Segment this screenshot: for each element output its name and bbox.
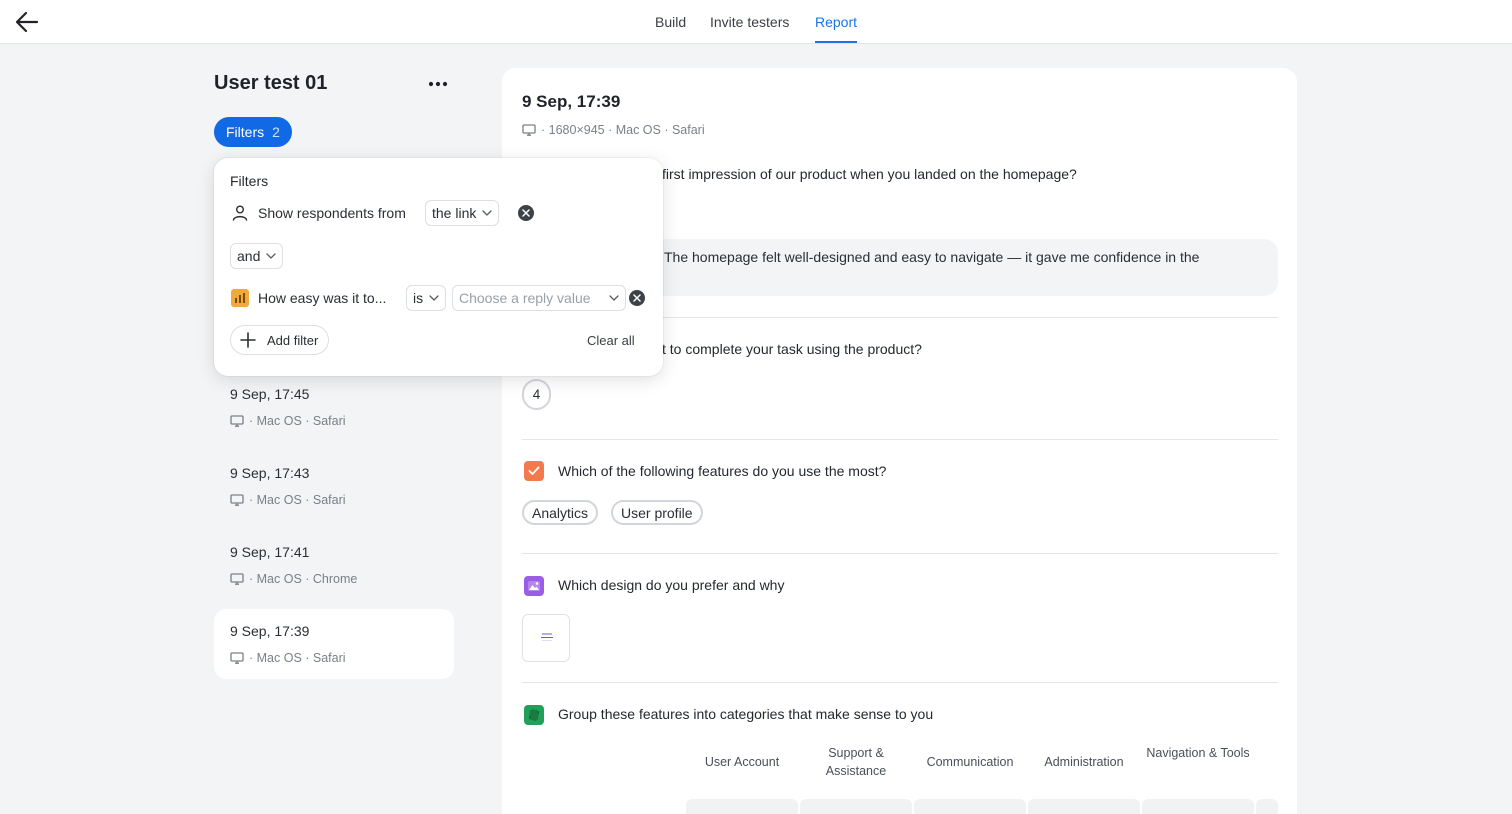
question-3-text: Which of the following features do you u… <box>558 463 887 479</box>
response-item[interactable]: 9 Sep, 17:41 · Mac OS · Chrome <box>214 530 454 600</box>
filters-count-badge: 2 <box>272 124 280 140</box>
card-sort-icon <box>524 705 544 725</box>
category-header: Navigation & Tools <box>1146 746 1250 760</box>
chevron-down-icon <box>609 295 619 301</box>
response-meta: · Mac OS · Safari <box>249 651 346 665</box>
chevron-down-icon <box>266 253 277 259</box>
response-item-selected[interactable]: 9 Sep, 17:39 · Mac OS · Safari <box>214 609 454 679</box>
response-date: 9 Sep, 17:45 <box>230 386 310 402</box>
category-drop-area <box>686 799 798 814</box>
response-item[interactable]: 9 Sep, 17:45 · Mac OS · Safari <box>214 372 454 442</box>
question-1-answer: The homepage felt well-designed and easy… <box>664 249 1200 265</box>
filter-2-operator-dropdown[interactable]: is <box>406 285 447 311</box>
rating-answer: 4 <box>522 379 551 410</box>
category-header: User Account <box>704 755 780 769</box>
tab-report[interactable]: Report <box>815 14 857 30</box>
back-arrow-icon[interactable] <box>14 10 40 34</box>
design-preference-thumbnail[interactable] <box>522 614 570 662</box>
person-icon <box>232 205 248 221</box>
top-bar: Build Invite testers Report <box>0 0 1512 44</box>
filters-button[interactable]: Filters 2 <box>214 117 292 147</box>
rating-bar-chart-icon <box>231 289 249 307</box>
active-tab-indicator <box>815 41 857 43</box>
add-filter-label: Add filter <box>267 332 319 348</box>
question-5-text: Group these features into categories tha… <box>558 706 934 722</box>
divider <box>522 682 1278 683</box>
choice-chip: Analytics <box>522 500 599 525</box>
response-detail-date: 9 Sep, 17:39 <box>522 92 621 111</box>
add-filter-button[interactable]: Add filter <box>230 325 330 355</box>
question-2-text: t to complete your task using the produc… <box>662 341 922 357</box>
checkbox-icon <box>524 461 544 481</box>
response-date: 9 Sep, 17:39 <box>230 623 310 639</box>
response-date: 9 Sep, 17:41 <box>230 544 310 560</box>
filter-1-label: Show respondents from <box>258 205 406 221</box>
category-header: Communication <box>926 755 1014 769</box>
remove-filter-1-button[interactable] <box>518 205 534 221</box>
category-header: Administration <box>1044 755 1124 769</box>
divider <box>522 439 1278 440</box>
close-icon <box>633 294 641 302</box>
category-header: Support & Assistance <box>825 746 887 778</box>
filter-2-value-placeholder: Choose a reply value <box>459 290 591 306</box>
filter-1-source-dropdown[interactable]: the link <box>425 200 500 226</box>
category-drop-area <box>1256 799 1278 814</box>
monitor-icon <box>522 124 536 136</box>
chevron-down-icon <box>429 295 439 301</box>
question-4-text: Which design do you prefer and why <box>558 577 785 593</box>
filter-1-source-value: the link <box>432 205 477 221</box>
tab-build[interactable]: Build <box>655 14 686 30</box>
response-meta: · Mac OS · Chrome <box>249 572 358 586</box>
chevron-down-icon <box>482 210 493 216</box>
filter-2-operator-value: is <box>413 290 424 306</box>
filter-2-label: How easy was it to... <box>258 290 387 306</box>
response-date: 9 Sep, 17:43 <box>230 465 310 481</box>
response-detail-meta: · 1680×945 · Mac OS · Safari <box>541 123 705 137</box>
more-options-icon[interactable] <box>426 72 450 96</box>
filters-button-label: Filters <box>226 124 265 140</box>
category-drop-area <box>1028 799 1140 814</box>
test-title: User test 01 <box>214 72 328 94</box>
plus-icon <box>240 332 256 348</box>
remove-filter-2-button[interactable] <box>629 290 645 306</box>
choice-chip: User profile <box>611 500 703 525</box>
filters-popover-title: Filters <box>230 173 269 189</box>
clear-all-button[interactable]: Clear all <box>587 333 635 348</box>
filter-2-value-dropdown[interactable]: Choose a reply value <box>452 285 626 311</box>
conjunction-value: and <box>237 248 261 264</box>
monitor-icon <box>230 494 244 506</box>
monitor-icon <box>230 573 244 585</box>
question-1-text: first impression of our product when you… <box>662 166 1077 182</box>
category-drop-area <box>1142 799 1254 814</box>
divider <box>522 553 1278 554</box>
conjunction-dropdown[interactable]: and <box>230 243 284 269</box>
category-drop-area <box>914 799 1026 814</box>
image-icon <box>524 576 544 596</box>
close-icon <box>522 209 530 217</box>
monitor-icon <box>230 415 244 427</box>
response-item[interactable]: 9 Sep, 17:43 · Mac OS · Safari <box>214 451 454 521</box>
response-meta: · Mac OS · Safari <box>249 414 346 428</box>
tab-invite-testers[interactable]: Invite testers <box>710 14 789 30</box>
monitor-icon <box>230 652 244 664</box>
category-drop-area <box>800 799 912 814</box>
response-meta: · Mac OS · Safari <box>249 493 346 507</box>
filters-popover: Filters Show respondents from the link a… <box>214 158 663 376</box>
